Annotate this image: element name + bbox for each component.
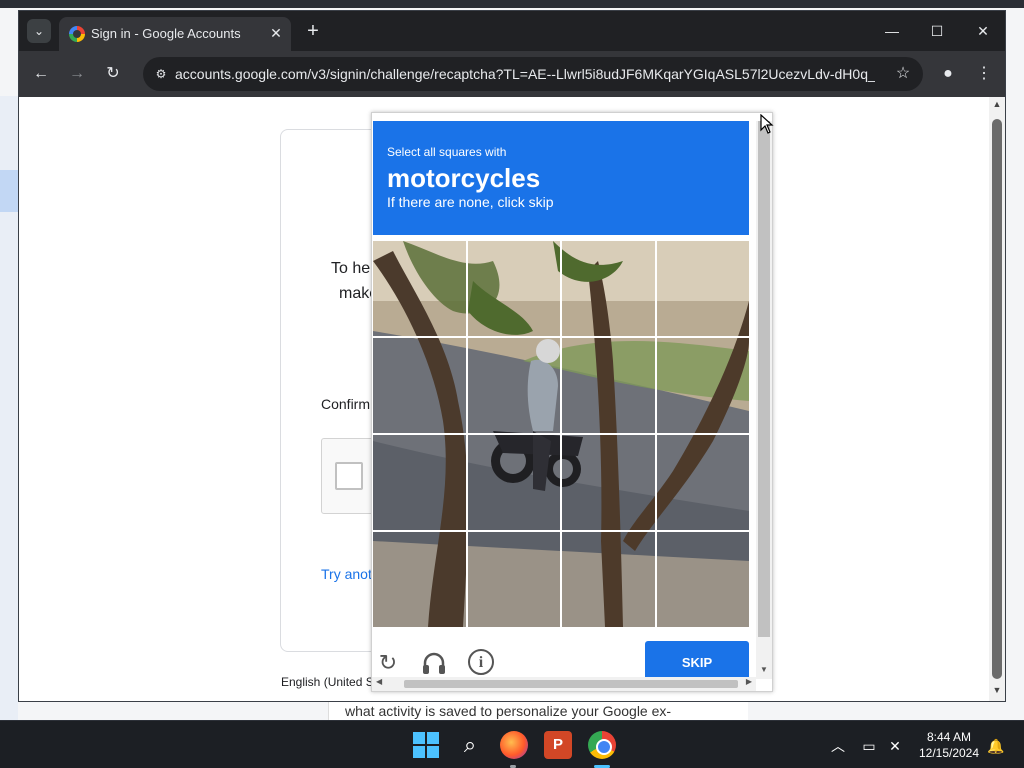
- captcha-target: motorcycles: [387, 163, 541, 193]
- mouse-cursor-icon: [760, 114, 774, 134]
- captcha-tile[interactable]: [373, 532, 466, 627]
- page-scroll-thumb[interactable]: [992, 119, 1002, 679]
- recaptcha-checkbox[interactable]: [335, 462, 363, 490]
- site-info-icon[interactable]: ⚙: [153, 66, 169, 82]
- volume-muted-icon[interactable]: ✕: [884, 735, 906, 757]
- tab-search-dropdown-icon[interactable]: ⌄: [27, 19, 51, 43]
- captcha-tile-image: [373, 338, 466, 433]
- captcha-tile-image: [562, 338, 655, 433]
- start-icon[interactable]: [412, 731, 440, 759]
- captcha-tile[interactable]: [656, 338, 749, 433]
- captcha-tile[interactable]: [656, 532, 749, 627]
- profile-icon[interactable]: ●: [936, 62, 960, 86]
- language-selector[interactable]: English (United S: [281, 675, 374, 689]
- captcha-horizontal-scrollbar[interactable]: ◀ ▶: [372, 677, 756, 691]
- captcha-tile-image: [467, 241, 560, 336]
- google-favicon-icon: [69, 26, 85, 42]
- captcha-tile-image: [467, 338, 560, 433]
- info-icon[interactable]: i: [468, 649, 494, 675]
- captcha-image-grid: [373, 241, 749, 627]
- new-tab-button[interactable]: +: [301, 20, 325, 44]
- captcha-tile-image: [656, 532, 749, 627]
- firefox-icon[interactable]: [500, 731, 528, 759]
- captcha-scroll-down-icon[interactable]: ▼: [756, 665, 772, 679]
- forward-icon[interactable]: →: [65, 62, 89, 86]
- captcha-tile[interactable]: [656, 241, 749, 336]
- chrome-icon[interactable]: [588, 731, 616, 759]
- taskbar: ⌕ P ︿ ▭ ✕ 8:44 AM 12/15/2024 🔔: [0, 720, 1024, 768]
- desktop-top-strip: [0, 0, 1024, 8]
- captcha-instruction: Select all squares with: [387, 145, 507, 159]
- scroll-up-icon[interactable]: ▲: [989, 99, 1005, 113]
- captcha-header: Select all squares with motorcycles If t…: [373, 121, 749, 235]
- tab-title: Sign in - Google Accounts: [91, 26, 241, 41]
- address-bar[interactable]: ⚙ accounts.google.com/v3/signin/challeng…: [143, 57, 923, 91]
- reload-icon[interactable]: ↻: [101, 62, 125, 86]
- captcha-tile-image: [467, 532, 560, 627]
- tab-close-icon[interactable]: ✕: [267, 24, 285, 42]
- background-text-box: what activity is saved to personalize yo…: [328, 700, 748, 720]
- clock-time: 8:44 AM: [926, 730, 972, 744]
- background-highlight: [0, 170, 18, 212]
- captcha-hscroll-thumb[interactable]: [404, 680, 738, 688]
- captcha-tile[interactable]: [562, 241, 655, 336]
- captcha-tile[interactable]: [562, 532, 655, 627]
- scroll-down-icon[interactable]: ▼: [989, 685, 1005, 699]
- audio-icon[interactable]: [420, 649, 448, 677]
- chevron-up-icon[interactable]: ︿: [827, 735, 849, 757]
- search-icon[interactable]: ⌕: [456, 731, 484, 759]
- captcha-tile-image: [656, 435, 749, 530]
- background-text: what activity is saved to personalize yo…: [345, 703, 672, 719]
- page-scrollbar[interactable]: ▲ ▼: [989, 97, 1005, 701]
- browser-toolbar: ← → ↻ ⚙ accounts.google.com/v3/signin/ch…: [19, 51, 1005, 97]
- captcha-tile[interactable]: [373, 241, 466, 336]
- captcha-tile-image: [562, 435, 655, 530]
- scroll-right-icon[interactable]: ▶: [746, 677, 752, 686]
- window-close-icon[interactable]: ✕: [968, 19, 998, 43]
- minimize-icon[interactable]: —: [877, 19, 907, 43]
- captcha-tile-image: [562, 241, 655, 336]
- menu-icon[interactable]: ⋮: [972, 62, 996, 86]
- star-icon[interactable]: ☆: [893, 64, 913, 84]
- captcha-tile-image: [656, 338, 749, 433]
- captcha-tile-image: [373, 435, 466, 530]
- powerpoint-icon[interactable]: P: [544, 731, 572, 759]
- captcha-scroll-thumb[interactable]: [758, 121, 770, 637]
- tab-sign-in[interactable]: Sign in - Google Accounts ✕: [59, 17, 291, 51]
- background-left-pane: [0, 96, 18, 720]
- captcha-tile[interactable]: [467, 435, 560, 530]
- captcha-tile-image: [467, 435, 560, 530]
- card-text-1: To hel: [331, 260, 374, 277]
- captcha-tile[interactable]: [373, 338, 466, 433]
- captcha-dialog: Select all squares with motorcycles If t…: [371, 112, 773, 692]
- scroll-left-icon[interactable]: ◀: [376, 677, 382, 686]
- captcha-tile[interactable]: [562, 435, 655, 530]
- captcha-hint: If there are none, click skip: [387, 194, 554, 210]
- notification-bell-icon[interactable]: 🔔: [985, 735, 1007, 757]
- captcha-tile-image: [373, 241, 466, 336]
- captcha-tile-image: [562, 532, 655, 627]
- url-text[interactable]: accounts.google.com/v3/signin/challenge/…: [175, 66, 875, 82]
- tab-bar: ⌄ Sign in - Google Accounts ✕ + — ☐ ✕: [19, 11, 1005, 51]
- captcha-tile[interactable]: [467, 338, 560, 433]
- skip-button[interactable]: SKIP: [645, 641, 749, 681]
- captcha-tile[interactable]: [656, 435, 749, 530]
- clock-date: 12/15/2024: [918, 746, 980, 760]
- try-another-way-link[interactable]: Try anot: [321, 566, 372, 582]
- captcha-vertical-scrollbar[interactable]: ▼: [756, 121, 772, 679]
- captcha-tile[interactable]: [467, 241, 560, 336]
- network-icon[interactable]: ▭: [858, 735, 880, 757]
- reload-icon[interactable]: ↻: [374, 649, 402, 677]
- maximize-icon[interactable]: ☐: [922, 19, 952, 43]
- back-icon[interactable]: ←: [29, 62, 53, 86]
- captcha-tile-image: [373, 532, 466, 627]
- system-clock[interactable]: 8:44 AM 12/15/2024: [914, 729, 984, 761]
- confirm-label: Confirm: [321, 396, 371, 412]
- captcha-tile-image: [656, 241, 749, 336]
- captcha-tile[interactable]: [373, 435, 466, 530]
- captcha-tile[interactable]: [467, 532, 560, 627]
- captcha-tile[interactable]: [562, 338, 655, 433]
